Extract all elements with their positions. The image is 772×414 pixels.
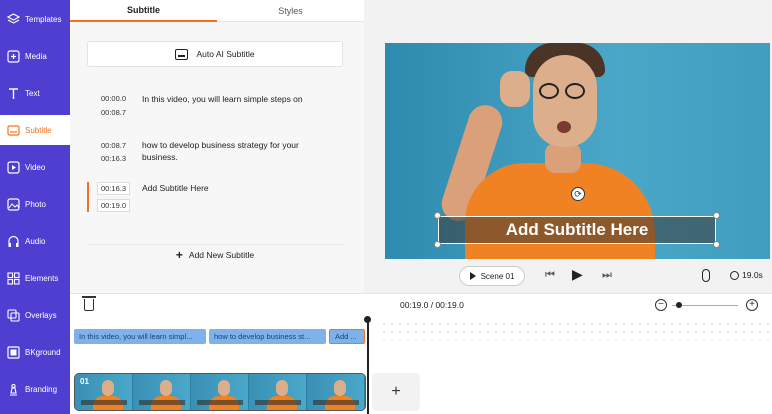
zoom-out-button[interactable]: −: [655, 299, 667, 311]
subtitle-end-time[interactable]: 00:08.7: [101, 108, 126, 117]
sidebar-item-video[interactable]: Video: [0, 152, 70, 182]
plus-icon: +: [391, 383, 401, 400]
add-new-subtitle-label: Add New Subtitle: [188, 249, 255, 260]
tab-subtitle[interactable]: Subtitle: [70, 0, 217, 22]
elements-icon: [6, 271, 20, 285]
tab-styles[interactable]: Styles: [217, 0, 364, 22]
scene-button[interactable]: Scene 01: [459, 266, 525, 286]
sidebar-item-text[interactable]: Text: [0, 78, 70, 108]
skip-back-icon[interactable]: ⏮: [545, 269, 555, 282]
subtitle-entry-active[interactable]: 00:16.3 00:19.0 Add Subtitle Here: [87, 182, 343, 214]
subtitle-icon: [175, 48, 189, 60]
trash-icon[interactable]: [82, 296, 96, 311]
active-indicator: [87, 182, 89, 212]
video-clip[interactable]: [74, 373, 366, 411]
sidebar-item-label: Text: [25, 88, 40, 98]
zoom-slider-handle[interactable]: [675, 302, 682, 308]
person-hand: [500, 71, 530, 107]
subtitle-clip-selected[interactable]: Add ...: [329, 329, 365, 344]
sidebar-item-label: Templates: [25, 14, 62, 24]
microphone-icon[interactable]: [702, 269, 710, 282]
scene-label: Scene 01: [480, 271, 515, 281]
clip-thumbnail: [191, 374, 249, 410]
rotate-icon[interactable]: ⟳: [571, 187, 585, 201]
layers-icon: [6, 12, 20, 26]
clip-thumbnail: [249, 374, 307, 410]
sidebar-item-label: Subtitle: [25, 125, 52, 135]
resize-handle-top-right[interactable]: [713, 212, 720, 219]
subtitle-end-time[interactable]: 00:16.3: [101, 154, 126, 163]
video-icon: [6, 160, 20, 174]
clip-thumbnail: [133, 374, 191, 410]
sidebar-item-label: BKground: [25, 347, 61, 357]
subtitle-text[interactable]: In this video, you will learn simple ste…: [142, 93, 332, 105]
duration-display: 19.0s: [730, 270, 763, 280]
duration-value: 19.0s: [742, 270, 763, 280]
sidebar-item-overlays[interactable]: Overlays: [0, 300, 70, 330]
sidebar-item-label: Audio: [25, 236, 46, 246]
timeline-ruler: [380, 320, 772, 340]
sidebar-item-elements[interactable]: Elements: [0, 263, 70, 293]
glasses-left: [539, 83, 559, 99]
sidebar-item-audio[interactable]: Audio: [0, 226, 70, 256]
clip-thumbnail: [307, 374, 365, 410]
branding-icon: [6, 382, 20, 396]
subtitle-clip[interactable]: In this video, you will learn simpl...: [74, 329, 206, 344]
auto-ai-subtitle-button[interactable]: Auto AI Subtitle: [87, 41, 343, 67]
sidebar-item-subtitle[interactable]: Subtitle: [0, 115, 70, 145]
sidebar-item-label: Photo: [25, 199, 46, 209]
subtitle-panel: Subtitle Styles Auto AI Subtitle 00:00.0…: [70, 0, 364, 293]
sidebar-item-templates[interactable]: Templates: [0, 4, 70, 34]
subtitle-start-time[interactable]: 00:00.0: [101, 94, 126, 103]
subtitle-start-time[interactable]: 00:08.7: [101, 141, 126, 150]
zoom-in-button[interactable]: +: [746, 299, 758, 311]
media-icon: [6, 49, 20, 63]
skip-forward-icon[interactable]: ⏭: [602, 269, 612, 282]
resize-handle-bottom-left[interactable]: [434, 241, 441, 248]
subtitle-overlay[interactable]: Add Subtitle Here: [438, 216, 716, 244]
person-head: [533, 55, 597, 147]
subtitle-clip[interactable]: how to develop business st...: [209, 329, 326, 344]
add-scene-button[interactable]: +: [372, 373, 420, 411]
resize-handle-bottom-right[interactable]: [713, 241, 720, 248]
resize-handle-top-left[interactable]: [434, 212, 441, 219]
sidebar-item-label: Media: [25, 51, 47, 61]
photo-icon: [6, 197, 20, 211]
sidebar-item-bkground[interactable]: BKground: [0, 337, 70, 367]
time-display: 00:19.0 / 00:19.0: [400, 300, 464, 310]
sidebar-item-media[interactable]: Media: [0, 41, 70, 71]
sidebar: Templates Media Text Subtitle Video Phot…: [0, 0, 70, 414]
person-shirt: [465, 163, 655, 259]
audio-icon: [6, 234, 20, 248]
glasses-right: [565, 83, 585, 99]
sidebar-item-label: Branding: [25, 384, 58, 394]
playhead[interactable]: [364, 316, 370, 414]
subtitle-end-time[interactable]: 00:19.0: [97, 199, 131, 212]
sidebar-item-branding[interactable]: Branding: [0, 374, 70, 404]
overlays-icon: [6, 308, 20, 322]
auto-ai-subtitle-label: Auto AI Subtitle: [196, 49, 255, 59]
person-mouth: [557, 121, 571, 133]
sidebar-item-label: Elements: [25, 273, 59, 283]
add-new-subtitle-button[interactable]: + Add New Subtitle: [87, 244, 343, 264]
play-button[interactable]: ▶: [572, 266, 583, 283]
play-icon: [469, 272, 476, 280]
subtitle-text[interactable]: Add Subtitle Here: [142, 182, 332, 194]
subtitle-entry[interactable]: 00:00.0 00:08.7 In this video, you will …: [87, 92, 343, 122]
sidebar-item-photo[interactable]: Photo: [0, 189, 70, 219]
background-icon: [6, 345, 20, 359]
subtitle-text[interactable]: how to develop business strategy for you…: [142, 139, 332, 163]
text-icon: [6, 86, 20, 100]
person-neck: [545, 143, 581, 173]
panel-tabs: Subtitle Styles: [70, 0, 364, 22]
scene-number: 01: [80, 377, 89, 386]
subtitle-icon: [6, 123, 20, 137]
plus-icon: +: [175, 247, 183, 262]
zoom-slider-track[interactable]: [672, 305, 738, 306]
sidebar-item-label: Overlays: [25, 310, 57, 320]
sidebar-item-label: Video: [25, 162, 46, 172]
subtitle-start-time[interactable]: 00:16.3: [97, 182, 131, 195]
clock-icon: [730, 270, 739, 280]
subtitle-entry[interactable]: 00:08.7 00:16.3 how to develop business …: [87, 139, 343, 169]
